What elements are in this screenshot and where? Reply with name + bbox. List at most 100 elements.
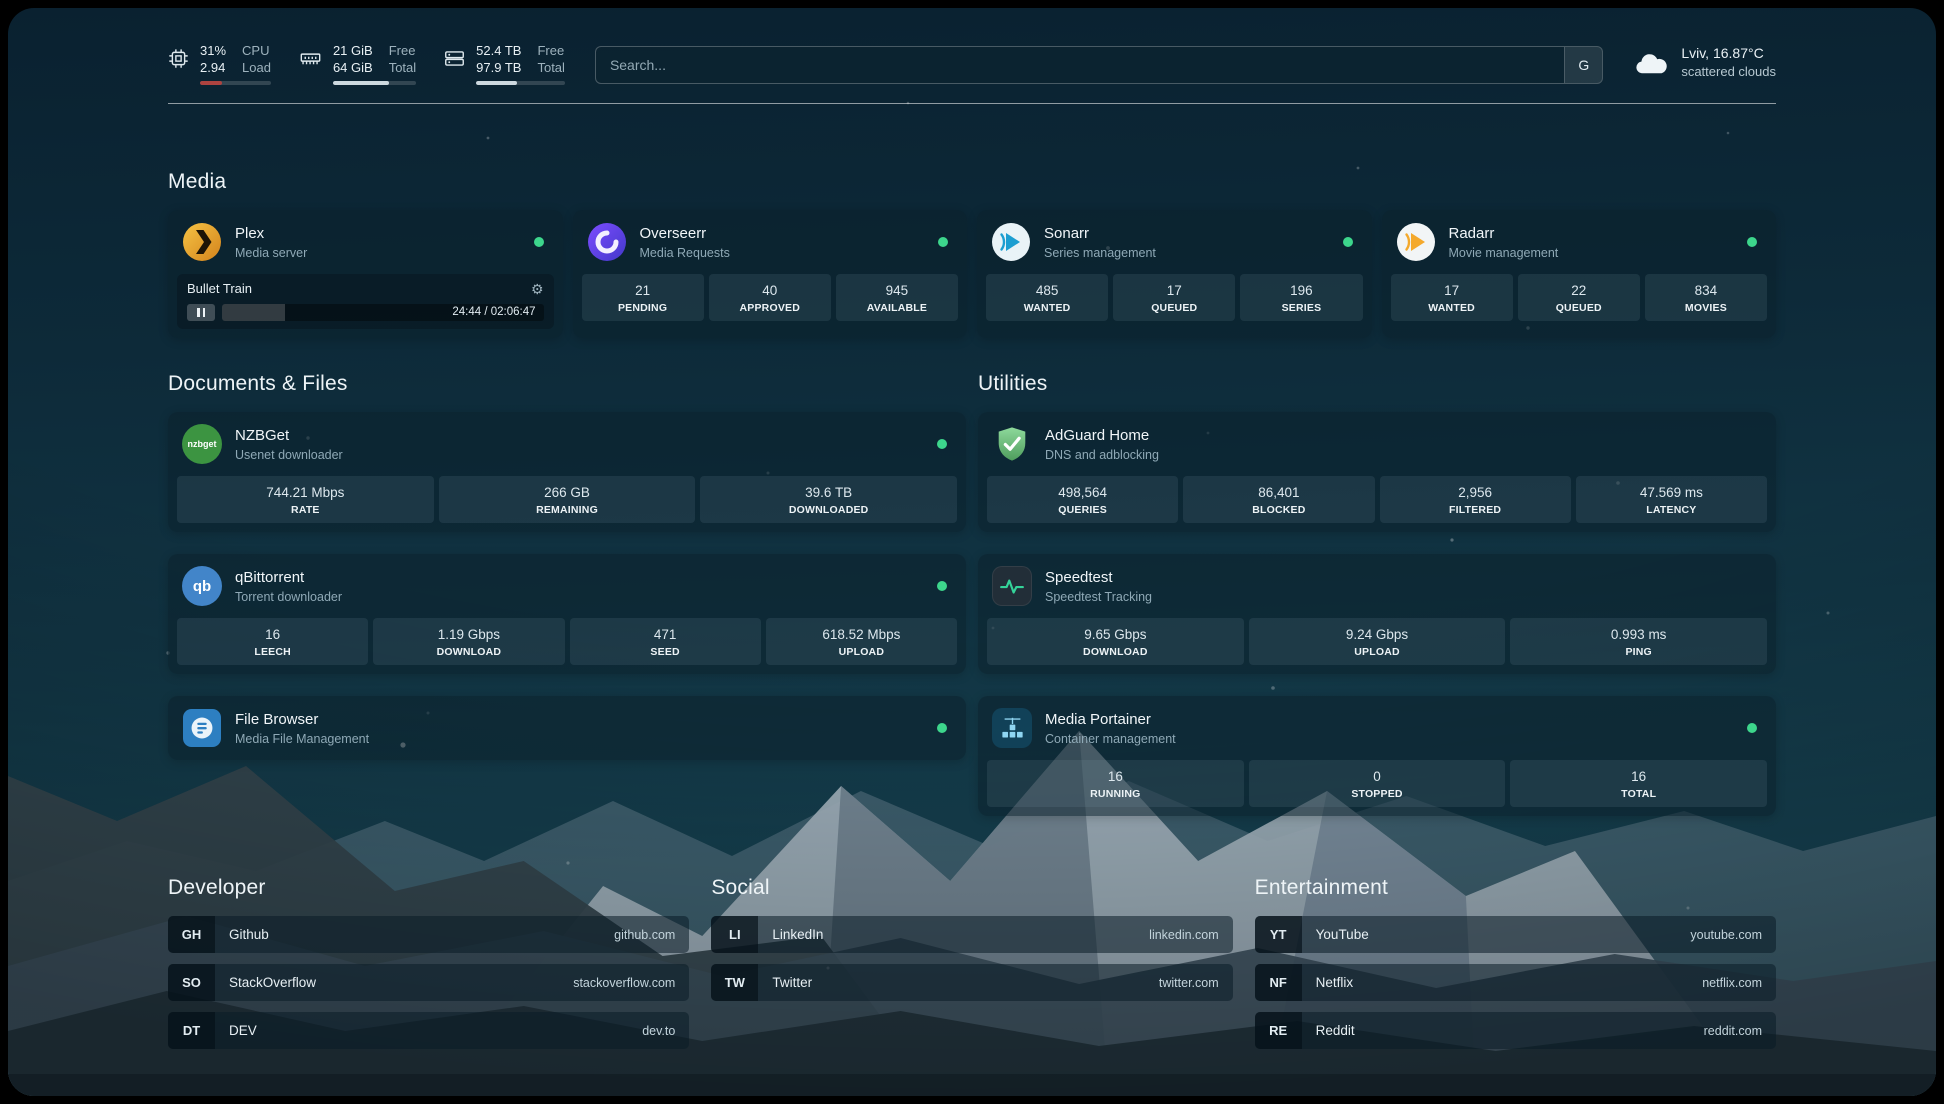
stat-label: LATENCY — [1578, 504, 1765, 516]
section-title-documents: Documents & Files — [168, 372, 966, 396]
stat-label: RUNNING — [989, 788, 1242, 800]
bookmark-name: Netflix — [1316, 975, 1354, 990]
bookmark-url: linkedin.com — [1149, 928, 1218, 942]
service-card-qbittorrent[interactable]: qb qBittorrent Torrent downloader 16 LEE… — [168, 554, 966, 674]
search-bar: G — [595, 46, 1603, 84]
stat-value: 744.21 Mbps — [179, 484, 432, 501]
service-header: nzbget NZBGet Usenet downloader — [177, 421, 957, 467]
stat-value: 40 — [711, 282, 829, 299]
search-provider-button[interactable]: G — [1564, 47, 1602, 83]
stat-value: 834 — [1647, 282, 1765, 299]
service-card-adguard[interactable]: AdGuard Home DNS and adblocking 498,564 … — [978, 412, 1776, 532]
bookmark-url: twitter.com — [1159, 976, 1219, 990]
status-online-dot — [534, 237, 544, 247]
section-documents: Documents & Files nzbget NZBGet Usenet d… — [168, 372, 966, 760]
gear-icon[interactable]: ⚙ — [531, 282, 544, 296]
stat-download: 9.65 Gbps DOWNLOAD — [987, 618, 1244, 665]
service-description: Media File Management — [235, 731, 369, 747]
service-header: Media Portainer Container management — [987, 705, 1767, 751]
bookmark-twitter[interactable]: TW Twitter twitter.com — [711, 964, 1232, 1001]
search-input[interactable] — [596, 47, 1564, 83]
stat-rate: 744.21 Mbps RATE — [177, 476, 434, 523]
bookmark-netflix[interactable]: NF Netflix netflix.com — [1255, 964, 1776, 1001]
stat-value: 196 — [1242, 282, 1360, 299]
service-card-speedtest[interactable]: Speedtest Speedtest Tracking 9.65 Gbps D… — [978, 554, 1776, 674]
stat-series: 196 SERIES — [1240, 274, 1362, 321]
service-stats: 744.21 Mbps RATE 266 GB REMAINING 39.6 T… — [177, 476, 957, 523]
bookmark-name: LinkedIn — [772, 927, 823, 942]
bookmark-linkedin[interactable]: LI LinkedIn linkedin.com — [711, 916, 1232, 953]
stat-value: 86,401 — [1185, 484, 1372, 501]
service-name: AdGuard Home — [1045, 426, 1159, 445]
service-name: Overseerr — [640, 224, 730, 243]
speedtest-icon — [992, 566, 1032, 606]
stat-label: SEED — [572, 646, 759, 658]
bookmark-reddit[interactable]: RE Reddit reddit.com — [1255, 1012, 1776, 1049]
service-name: Media Portainer — [1045, 710, 1176, 729]
service-description: Usenet downloader — [235, 447, 343, 463]
memory-total-label: Total — [389, 59, 416, 76]
stat-blocked: 86,401 BLOCKED — [1183, 476, 1374, 523]
middle-columns: Documents & Files nzbget NZBGet Usenet d… — [168, 372, 1776, 816]
status-online-dot — [937, 439, 947, 449]
playback-progress-bar[interactable]: 24:44 / 02:06:47 — [222, 304, 544, 321]
disk-total-label: Total — [537, 59, 564, 76]
stat-value: 9.65 Gbps — [989, 626, 1242, 643]
service-header: Speedtest Speedtest Tracking — [987, 563, 1767, 609]
media-cards-row: Plex Media server Bullet Train ⚙ — [168, 210, 1776, 338]
service-stats: 9.65 Gbps DOWNLOAD 9.24 Gbps UPLOAD 0.99… — [987, 618, 1767, 665]
service-card-radarr[interactable]: Radarr Movie management 17 WANTED 22 QUE… — [1382, 210, 1777, 338]
dashboard-screen: 31% CPU 2.94 Load 21 GiB Free — [8, 8, 1936, 1096]
bookmark-name: Reddit — [1316, 1023, 1355, 1038]
stat-label: SERIES — [1242, 302, 1360, 314]
service-card-portainer[interactable]: Media Portainer Container management 16 … — [978, 696, 1776, 816]
section-media: Media Plex Medi — [168, 170, 1776, 338]
section-title-utilities: Utilities — [978, 372, 1776, 396]
disk-free-label: Free — [537, 42, 564, 59]
service-name: Radarr — [1449, 224, 1559, 243]
service-stats: 17 WANTED 22 QUEUED 834 MOVIES — [1391, 274, 1768, 321]
stat-label: PING — [1512, 646, 1765, 658]
overseerr-icon — [587, 222, 627, 262]
disk-icon — [444, 48, 465, 69]
bookmark-github[interactable]: GH Github github.com — [168, 916, 689, 953]
service-description: Media server — [235, 245, 307, 261]
service-header: Plex Media server — [177, 219, 554, 265]
now-playing-controls: 24:44 / 02:06:47 — [187, 304, 544, 321]
weather-widget: Lviv, 16.87°C scattered clouds — [1633, 44, 1776, 80]
service-card-nzbget[interactable]: nzbget NZBGet Usenet downloader 744.21 M… — [168, 412, 966, 532]
bookmark-url: github.com — [614, 928, 675, 942]
weather-location: Lviv, 16.87°C — [1681, 44, 1776, 63]
memory-free-label: Free — [389, 42, 416, 59]
disk-readout: 52.4 TB Free 97.9 TB Total — [476, 42, 565, 85]
topbar-divider — [168, 103, 1776, 104]
stat-value: 485 — [988, 282, 1106, 299]
bookmark-dev[interactable]: DT DEV dev.to — [168, 1012, 689, 1049]
bookmark-url: dev.to — [642, 1024, 675, 1038]
utilities-cards: AdGuard Home DNS and adblocking 498,564 … — [978, 412, 1776, 816]
stat-queries: 498,564 QUERIES — [987, 476, 1178, 523]
bookmark-stackoverflow[interactable]: SO StackOverflow stackoverflow.com — [168, 964, 689, 1001]
stat-seed: 471 SEED — [570, 618, 761, 665]
topbar: 31% CPU 2.94 Load 21 GiB Free — [168, 8, 1776, 85]
stat-label: MOVIES — [1647, 302, 1765, 314]
service-card-plex[interactable]: Plex Media server Bullet Train ⚙ — [168, 210, 563, 338]
section-title-social: Social — [711, 876, 1232, 900]
pause-button[interactable] — [187, 304, 215, 321]
service-card-filebrowser[interactable]: File Browser Media File Management — [168, 696, 966, 760]
service-card-sonarr[interactable]: Sonarr Series management 485 WANTED 17 Q… — [977, 210, 1372, 338]
stat-label: APPROVED — [711, 302, 829, 314]
service-titles: Plex Media server — [235, 224, 307, 261]
service-description: Torrent downloader — [235, 589, 342, 605]
stat-value: 471 — [572, 626, 759, 643]
weather-condition: scattered clouds — [1681, 63, 1776, 80]
stat-value: 39.6 TB — [702, 484, 955, 501]
bookmarks-area: Developer GH Github github.com SO StackO… — [168, 876, 1776, 1049]
service-name: Speedtest — [1045, 568, 1152, 587]
stat-label: UPLOAD — [1251, 646, 1504, 658]
service-header: AdGuard Home DNS and adblocking — [987, 421, 1767, 467]
service-titles: Sonarr Series management — [1044, 224, 1156, 261]
bookmark-youtube[interactable]: YT YouTube youtube.com — [1255, 916, 1776, 953]
service-card-overseerr[interactable]: Overseerr Media Requests 21 PENDING 40 A… — [573, 210, 968, 338]
section-title-media: Media — [168, 170, 1776, 194]
